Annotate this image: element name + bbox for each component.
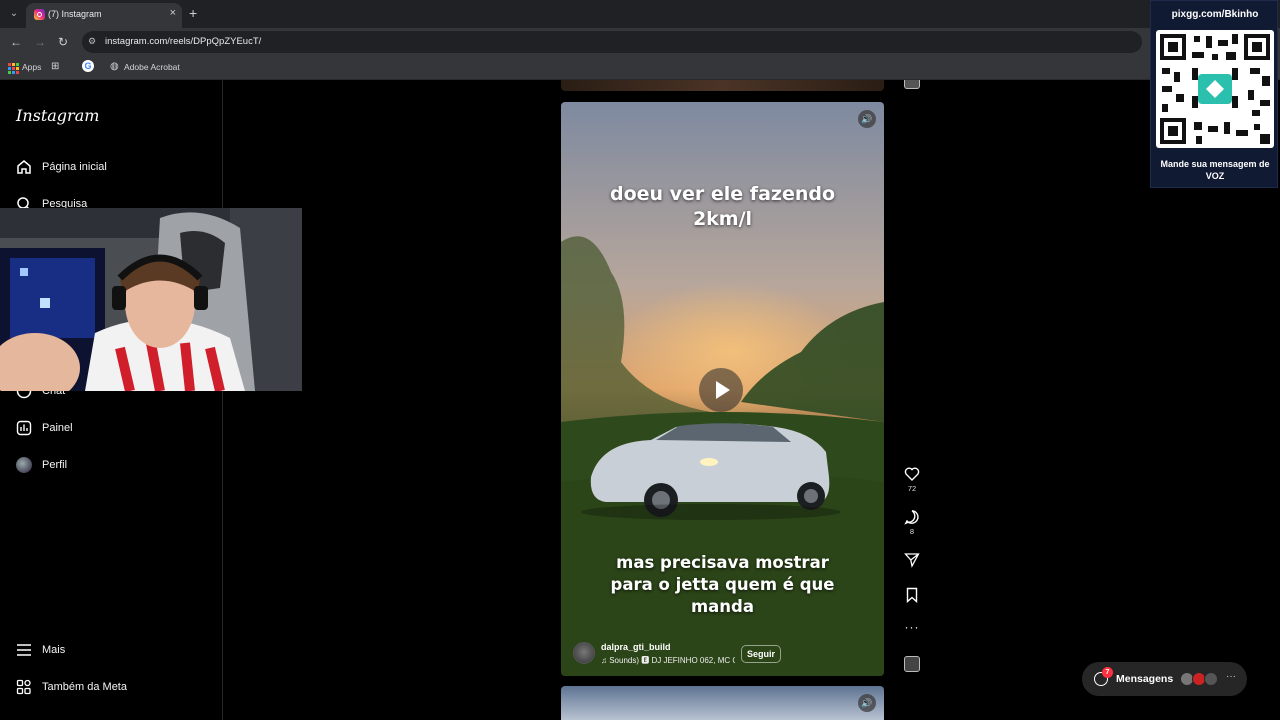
follow-button[interactable]: Seguir bbox=[741, 645, 782, 663]
save-button[interactable] bbox=[900, 587, 924, 603]
forward-arrow-icon[interactable]: → bbox=[34, 35, 46, 49]
heart-icon bbox=[904, 467, 920, 481]
reel-author-row: dalpra_gti_build ♫ Sounds) 🅴 DJ JEFINHO … bbox=[573, 642, 873, 666]
more-options-icon[interactable]: ··· bbox=[900, 620, 924, 634]
bookmark-adobe-acrobat[interactable]: Adobe Acrobat bbox=[124, 62, 180, 72]
messages-label: Mensagens bbox=[1116, 673, 1174, 685]
tab-search-chevron-icon[interactable]: ⌄ bbox=[6, 6, 22, 22]
instagram-sidebar: Instagram Página inicial Pesquisa Chat P… bbox=[0, 80, 223, 720]
reload-icon[interactable]: ↻ bbox=[58, 35, 68, 49]
more-avatars-icon: ··· bbox=[1226, 671, 1236, 682]
comment-button[interactable]: 8 bbox=[900, 509, 924, 536]
sidebar-item-label: Perfil bbox=[42, 459, 68, 471]
menu-icon bbox=[16, 642, 32, 658]
like-count: 72 bbox=[907, 484, 917, 493]
tab-title: (7) Instagram bbox=[48, 9, 102, 19]
adobe-globe-icon: ◍ bbox=[110, 61, 119, 72]
author-username[interactable]: dalpra_gti_build bbox=[601, 642, 671, 652]
reel-caption-bottom: mas precisava mostrar para o jetta quem … bbox=[610, 553, 835, 616]
author-avatar[interactable] bbox=[573, 642, 595, 664]
new-tab-button[interactable]: + bbox=[189, 5, 197, 21]
avatar bbox=[16, 457, 32, 473]
audio-track-label[interactable]: ♫ Sounds) 🅴 DJ JEFINHO 062, MC C bbox=[601, 655, 735, 666]
address-bar[interactable]: ⚙ instagram.com/reels/DPpQpZYEucT/ bbox=[82, 31, 1142, 53]
browser-tab[interactable]: (7) Instagram × bbox=[26, 3, 182, 28]
browser-toolbar: ← → ↻ ⚙ instagram.com/reels/DPpQpZYEucT/ bbox=[0, 28, 1280, 56]
comment-count: 8 bbox=[909, 527, 915, 536]
share-button[interactable] bbox=[900, 552, 924, 568]
tab-grid-icon[interactable]: ⊞ bbox=[51, 61, 59, 72]
messages-badge: 7 bbox=[1102, 667, 1113, 678]
apps-grid-icon[interactable] bbox=[8, 63, 19, 74]
meta-icon bbox=[16, 679, 32, 695]
sidebar-item-label: Também da Meta bbox=[42, 681, 127, 693]
instagram-favicon-icon bbox=[34, 9, 45, 20]
previous-reel-edge[interactable] bbox=[561, 80, 884, 91]
tab-close-icon[interactable]: × bbox=[170, 7, 176, 19]
site-info-icon[interactable]: ⚙ bbox=[88, 36, 96, 47]
bookmark-icon bbox=[906, 587, 918, 603]
sidebar-item-label: Mais bbox=[42, 644, 66, 656]
reel-video[interactable]: doeu ver ele fazendo 2km/l mas precisava… bbox=[561, 102, 884, 676]
google-icon[interactable]: G bbox=[82, 60, 94, 72]
reels-feed: doeu ver ele fazendo 2km/l mas precisava… bbox=[224, 80, 1280, 720]
qr-title: pixgg.com/Bkinho bbox=[1171, 9, 1259, 20]
qr-code-image bbox=[1156, 30, 1274, 148]
comment-icon bbox=[904, 510, 919, 525]
back-arrow-icon[interactable]: ← bbox=[10, 35, 22, 49]
next-reel-edge[interactable]: 🔊 bbox=[561, 686, 884, 720]
like-button[interactable]: 72 bbox=[900, 466, 924, 493]
mute-toggle-icon[interactable]: 🔊 bbox=[858, 694, 876, 712]
sidebar-item-label: Painel bbox=[42, 422, 73, 434]
sidebar-item-label: Página inicial bbox=[42, 161, 107, 173]
reel-caption-top: doeu ver ele fazendo 2km/l bbox=[609, 183, 836, 230]
instagram-logo[interactable]: Instagram bbox=[16, 106, 99, 125]
audio-thumbnail[interactable] bbox=[904, 656, 920, 672]
mute-toggle-icon[interactable]: 🔊 bbox=[858, 110, 876, 128]
previous-audio-thumbnail[interactable] bbox=[904, 80, 920, 89]
play-icon[interactable] bbox=[699, 368, 743, 412]
bookmark-apps[interactable]: Apps bbox=[22, 62, 41, 72]
messages-button[interactable]: 7 Mensagens ··· bbox=[1082, 662, 1247, 696]
send-icon bbox=[904, 553, 920, 568]
webcam-feed bbox=[0, 208, 302, 391]
home-icon bbox=[16, 159, 32, 175]
avatar bbox=[1204, 672, 1218, 686]
dashboard-icon bbox=[16, 420, 32, 436]
browser-tab-strip: ⌄ (7) Instagram × + bbox=[0, 0, 1280, 28]
bookmarks-bar: Apps ⊞ G ◍ Adobe Acrobat bbox=[0, 56, 1280, 80]
address-url[interactable]: instagram.com/reels/DPpQpZYEucT/ bbox=[105, 36, 261, 47]
qr-caption: Mande sua mensagem de VOZ bbox=[1160, 159, 1270, 181]
donation-qr-overlay: pixgg.com/Bkinho Mande sua mensagem de V… bbox=[1150, 0, 1278, 188]
streamer-webcam bbox=[0, 208, 302, 391]
